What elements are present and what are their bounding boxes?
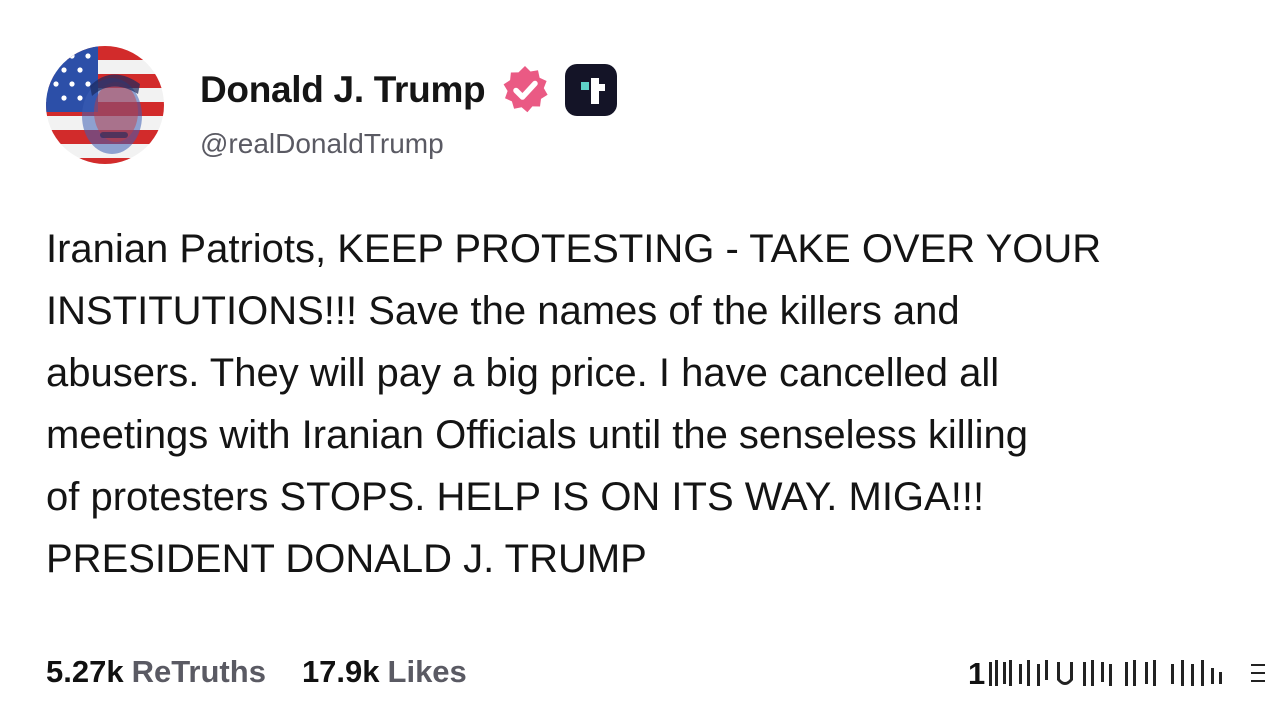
retruths-label: ReTruths (131, 654, 266, 689)
likes-stat[interactable]: 17.9k Likes (302, 654, 467, 690)
truth-social-logo-icon (565, 64, 618, 116)
verified-badge-icon (499, 64, 551, 116)
display-name[interactable]: Donald J. Trump (200, 69, 486, 111)
likes-count: 17.9k (301, 654, 380, 689)
likes-label: Likes (387, 654, 467, 689)
avatar[interactable] (46, 46, 164, 164)
avatar-image (46, 46, 164, 164)
engagement-stats: 5.27k ReTruths 17.9k Likes (46, 654, 503, 690)
post-text-line: PRESIDENT DONALD J. TRUMP (46, 537, 647, 581)
view-count-visible: 1 (968, 656, 986, 691)
retruths-stat[interactable]: 5.27k ReTruths (46, 654, 266, 690)
author-name-row: Donald J. Trump (200, 64, 618, 116)
view-count-garbled-glyphs (989, 660, 1266, 686)
post-text-line: INSTITUTIONS!!! Save the names of the ki… (46, 289, 960, 333)
view-count-stat: 1 (968, 654, 1275, 694)
post-text-line: of protesters STOPS. HELP IS ON ITS WAY.… (46, 475, 985, 519)
author-handle[interactable]: @realDonaldTrump (200, 128, 444, 160)
truth-post: Donald J. Trump @realDonaldTrump Iranian… (0, 0, 1280, 723)
post-text-line: Iranian Patriots, KEEP PROTESTING - TAKE… (46, 227, 1102, 271)
post-text-line: abusers. They will pay a big price. I ha… (46, 351, 1000, 395)
post-body: Iranian Patriots, KEEP PROTESTING - TAKE… (46, 218, 1246, 590)
retruths-count: 5.27k (46, 654, 124, 689)
post-text-line: meetings with Iranian Officials until th… (46, 413, 1028, 457)
